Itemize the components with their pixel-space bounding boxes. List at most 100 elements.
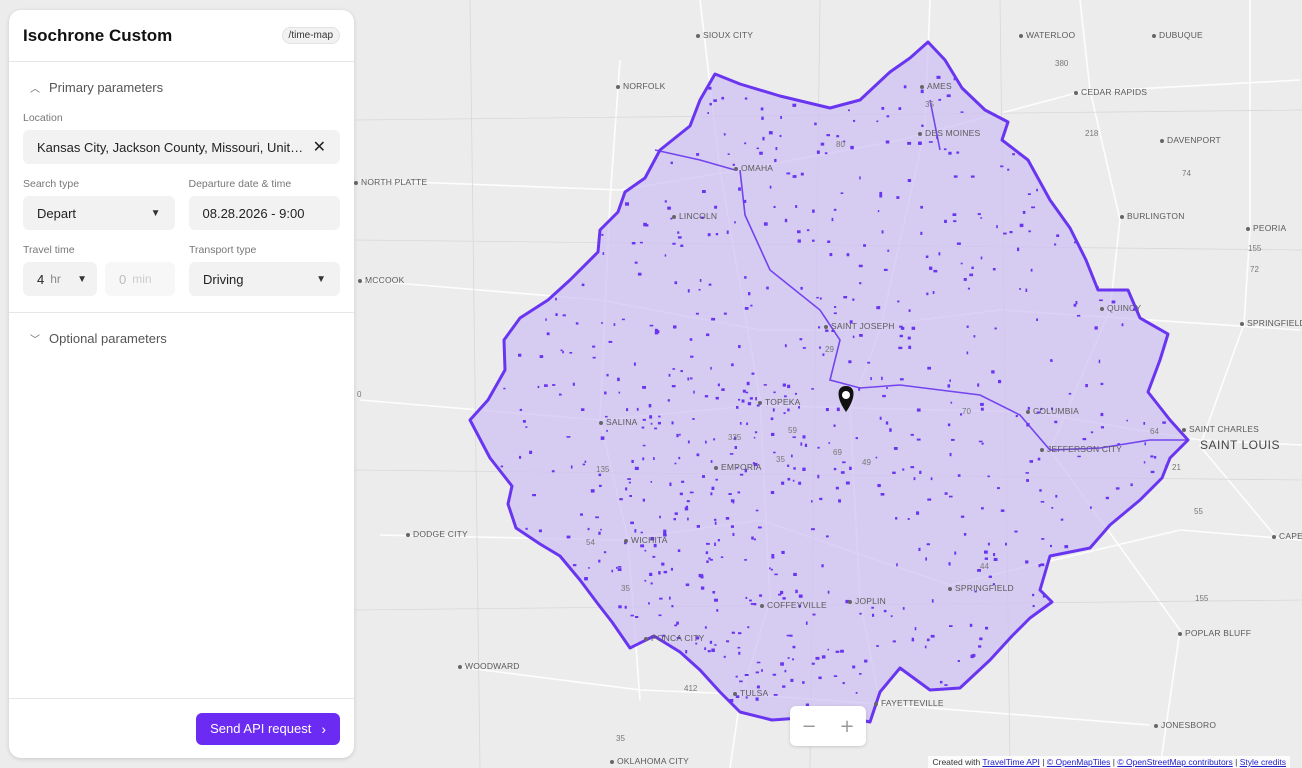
- road-number: 49: [862, 458, 871, 467]
- isochrone-fragment: [690, 355, 694, 358]
- clear-icon[interactable]: ✕: [313, 137, 326, 157]
- isochrone-fragment: [720, 556, 724, 558]
- travel-hours-select[interactable]: 4 hr ▼: [23, 262, 97, 296]
- isochrone-fragment: [663, 570, 668, 574]
- city-name: LINCOLN: [679, 211, 718, 221]
- isochrone-fragment: [707, 112, 709, 114]
- isochrone-fragment: [581, 283, 585, 287]
- isochrone-fragment: [858, 387, 861, 391]
- isochrone-fragment: [858, 264, 863, 268]
- city-name: TULSA: [740, 688, 769, 698]
- isochrone-fragment: [898, 346, 903, 350]
- isochrone-fragment: [899, 325, 903, 328]
- isochrone-fragment: [562, 314, 566, 317]
- isochrone-fragment: [1100, 412, 1104, 417]
- isochrone-fragment: [616, 566, 618, 569]
- isochrone-fragment: [1028, 230, 1031, 233]
- isochrone-fragment: [1042, 595, 1046, 598]
- isochrone-fragment: [555, 297, 557, 301]
- chevron-down-icon: ▼: [150, 207, 161, 219]
- city-label: MCCOOK: [358, 275, 404, 285]
- isochrone-fragment: [1099, 299, 1103, 302]
- isochrone-fragment: [814, 122, 817, 126]
- isochrone-fragment: [728, 493, 732, 495]
- send-api-request-button[interactable]: Send API request ›: [196, 712, 340, 745]
- isochrone-fragment: [702, 190, 706, 193]
- city-label: JOPLIN: [848, 596, 886, 606]
- attribution-link-openmaptiles[interactable]: © OpenMapTiles: [1047, 757, 1111, 767]
- location-input[interactable]: Kansas City, Jackson County, Missouri, U…: [23, 130, 340, 164]
- isochrone-fragment: [532, 494, 536, 497]
- location-value: Kansas City, Jackson County, Missouri, U…: [37, 139, 305, 155]
- isochrone-fragment: [800, 442, 803, 446]
- isochrone-fragment: [836, 135, 840, 138]
- optional-parameters-toggle[interactable]: ﹀ Optional parameters: [9, 313, 354, 363]
- isochrone-fragment: [875, 456, 878, 459]
- city-dot-icon: [1026, 409, 1030, 414]
- transport-select[interactable]: Driving ▼: [189, 262, 340, 296]
- isochrone-fragment: [717, 539, 720, 542]
- isochrone-fragment: [1121, 323, 1124, 327]
- isochrone-fragment: [1055, 494, 1058, 498]
- isochrone-fragment: [602, 252, 605, 255]
- isochrone-fragment: [902, 607, 905, 610]
- isochrone-fragment: [1000, 509, 1005, 512]
- isochrone-fragment: [914, 627, 917, 631]
- isochrone-fragment: [748, 292, 751, 296]
- isochrone-fragment: [756, 661, 761, 664]
- isochrone-fragment: [907, 141, 912, 145]
- isochrone-fragment: [1017, 247, 1020, 252]
- isochrone-fragment: [840, 192, 844, 194]
- city-label: NORFOLK: [616, 81, 666, 91]
- city-name: MCCOOK: [365, 275, 405, 285]
- isochrone-fragment: [944, 219, 947, 223]
- road-number: 80: [836, 140, 845, 149]
- isochrone-fragment: [792, 479, 795, 482]
- isochrone-fragment: [949, 625, 953, 627]
- isochrone-fragment: [811, 528, 815, 531]
- city-name: DODGE CITY: [413, 529, 468, 539]
- road-number: 70: [962, 407, 971, 416]
- road-number: 29: [825, 345, 834, 354]
- isochrone-fragment: [635, 616, 639, 618]
- isochrone-fragment: [892, 471, 896, 474]
- major-city-name: SAINT LOUIS: [1200, 438, 1280, 452]
- isochrone-fragment: [731, 363, 734, 367]
- isochrone-fragment: [795, 205, 798, 208]
- isochrone-fragment: [667, 399, 670, 402]
- isochrone-fragment: [756, 147, 759, 150]
- travel-minutes-input[interactable]: 0 min: [105, 262, 175, 296]
- isochrone-fragment: [867, 361, 871, 364]
- isochrone-fragment: [802, 681, 805, 684]
- isochrone-fragment: [698, 288, 701, 291]
- city-name: DAVENPORT: [1167, 135, 1221, 145]
- isochrone-fragment: [705, 551, 709, 555]
- zoom-out-button[interactable]: −: [790, 706, 828, 746]
- zoom-in-button[interactable]: +: [828, 706, 866, 746]
- city-dot-icon: [1152, 33, 1156, 38]
- isochrone-fragment: [806, 229, 810, 232]
- isochrone-fragment: [925, 255, 929, 258]
- attribution-link-traveltime[interactable]: TravelTime API: [982, 757, 1039, 767]
- isochrone-fragment: [977, 213, 981, 216]
- map-attribution: Created with TravelTime API | © OpenMapT…: [928, 756, 1290, 768]
- isochrone-fragment: [670, 161, 673, 165]
- travel-hours-value: 4: [37, 271, 45, 287]
- isochrone-fragment: [707, 650, 711, 653]
- city-name: COFFEYVILLE: [767, 600, 827, 610]
- road-number: 135: [596, 465, 610, 474]
- isochrone-fragment: [744, 276, 747, 279]
- attribution-link-openstreetmap[interactable]: © OpenStreetMap contributors: [1117, 757, 1232, 767]
- isochrone-fragment: [661, 562, 665, 566]
- isochrone-fragment: [755, 509, 759, 512]
- isochrone-fragment: [723, 655, 726, 658]
- search-type-select[interactable]: Depart ▼: [23, 196, 175, 230]
- isochrone-fragment: [924, 645, 927, 649]
- isochrone-fragment: [994, 327, 997, 330]
- attribution-link-style-credits[interactable]: Style credits: [1240, 757, 1286, 767]
- isochrone-fragment: [729, 453, 734, 455]
- city-name: FAYETTEVILLE: [881, 698, 944, 708]
- departure-input[interactable]: 08.28.2026 - 9:00: [188, 196, 340, 230]
- isochrone-fragment: [588, 567, 590, 569]
- primary-parameters-toggle[interactable]: ︿ Primary parameters: [9, 62, 354, 112]
